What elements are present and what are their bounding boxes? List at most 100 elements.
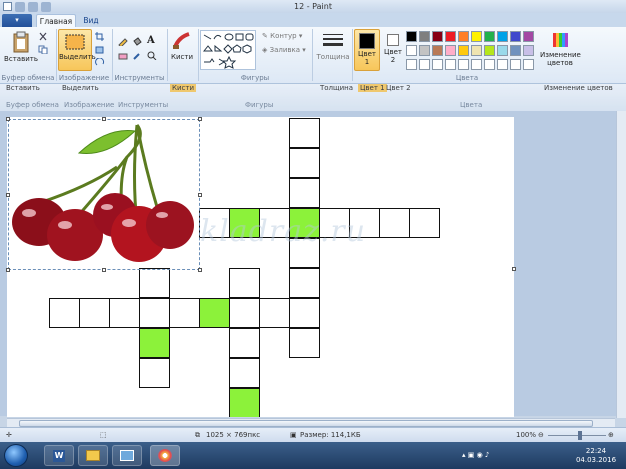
fill-bucket-icon[interactable] — [132, 37, 142, 46]
palette-color-swatch[interactable] — [484, 31, 495, 42]
palette-color-swatch[interactable] — [445, 45, 456, 56]
tray-icons[interactable]: ▴ ▣ ◉ ♪ — [462, 451, 489, 459]
color1-button[interactable]: Цвет 1 — [354, 29, 380, 71]
palette-color-swatch[interactable] — [458, 59, 469, 70]
selection-handle[interactable] — [6, 268, 10, 272]
palette-color-swatch[interactable] — [471, 45, 482, 56]
selection-handle[interactable] — [198, 193, 202, 197]
ghost-color2: Цвет 2 — [386, 84, 411, 92]
palette-color-swatch[interactable] — [406, 45, 417, 56]
crossword-cell — [49, 298, 80, 328]
cut-icon[interactable] — [38, 32, 48, 41]
window-title: 12 - Paint — [294, 2, 332, 11]
crossword-cell — [229, 268, 260, 298]
tab-view[interactable]: Вид — [80, 14, 102, 27]
crop-icon[interactable] — [95, 32, 105, 41]
selection-marquee[interactable] — [6, 117, 202, 272]
selection-size-icon: ⬚ — [100, 431, 107, 439]
zoom-slider-thumb[interactable] — [578, 431, 582, 440]
copy-icon[interactable] — [38, 45, 48, 54]
crossword-cell — [229, 358, 260, 388]
rotate-icon[interactable] — [95, 58, 105, 67]
palette-color-swatch[interactable] — [484, 45, 495, 56]
crossword-cell — [259, 298, 290, 328]
vertical-scrollbar[interactable] — [616, 111, 626, 418]
selection-handle[interactable] — [198, 117, 202, 121]
palette-color-swatch[interactable] — [510, 31, 521, 42]
paint-taskbar-button[interactable] — [150, 445, 180, 466]
text-tool-icon[interactable]: A — [147, 35, 155, 46]
tray-clock[interactable]: 22:24 04.03.2016 — [568, 447, 624, 465]
color2-button[interactable]: Цвет 2 — [382, 31, 404, 64]
palette-color-swatch[interactable] — [432, 59, 443, 70]
pencil-icon[interactable] — [118, 37, 128, 46]
palette-color-swatch[interactable] — [432, 31, 443, 42]
group-label-colors: Цвета — [455, 74, 479, 82]
word-taskbar-button[interactable]: W — [44, 445, 74, 466]
crossword-cell — [379, 208, 410, 238]
crossword-cell — [109, 298, 140, 328]
zoom-out-button[interactable]: ⊖ — [538, 431, 544, 439]
taskbar: W ▴ ▣ ◉ ♪ — [0, 442, 626, 469]
paste-button[interactable]: Вставить — [4, 31, 38, 63]
file-menu-button[interactable]: ▾ — [2, 14, 32, 27]
magnifier-icon[interactable] — [147, 51, 157, 60]
selection-handle[interactable] — [6, 117, 10, 121]
select-button[interactable]: Выделить — [58, 29, 96, 71]
palette-color-swatch[interactable] — [406, 31, 417, 42]
shapes-gallery[interactable] — [200, 30, 256, 70]
brushes-label: Кисти — [171, 53, 193, 61]
palette-color-swatch[interactable] — [497, 45, 508, 56]
horizontal-scrollbar[interactable] — [7, 418, 615, 427]
photos-taskbar-button[interactable] — [112, 445, 142, 466]
brushes-button[interactable]: Кисти — [168, 31, 196, 61]
palette-color-swatch[interactable] — [510, 59, 521, 70]
start-button[interactable] — [4, 444, 28, 467]
ghost-tools-label: Инструменты — [118, 101, 169, 109]
crossword-cell — [289, 298, 320, 328]
palette-color-swatch[interactable] — [458, 45, 469, 56]
zoom-slider[interactable] — [548, 435, 606, 436]
palette-color-swatch[interactable] — [419, 45, 430, 56]
palette-color-swatch[interactable] — [419, 59, 430, 70]
tab-home[interactable]: Главная — [36, 14, 76, 27]
edit-colors-button[interactable]: Изменение цветов — [540, 31, 581, 67]
separator — [198, 29, 199, 81]
explorer-taskbar-button[interactable] — [78, 445, 108, 466]
palette-color-swatch[interactable] — [445, 31, 456, 42]
palette-color-swatch[interactable] — [523, 31, 534, 42]
palette-color-swatch[interactable] — [419, 31, 430, 42]
crossword-cell — [169, 298, 200, 328]
selection-handle[interactable] — [102, 268, 106, 272]
zoom-in-button[interactable]: ⊕ — [608, 431, 614, 439]
ghost-shapes-label: Фигуры — [245, 101, 274, 109]
palette-color-swatch[interactable] — [458, 31, 469, 42]
palette-color-swatch[interactable] — [497, 31, 508, 42]
palette-color-swatch[interactable] — [432, 45, 443, 56]
selection-handle[interactable] — [102, 117, 106, 121]
resize-icon[interactable] — [95, 45, 105, 54]
size-button[interactable]: Толщина — [316, 31, 350, 61]
palette-color-swatch[interactable] — [497, 59, 508, 70]
palette-color-swatch[interactable] — [523, 59, 534, 70]
canvas-resize-handle-right[interactable] — [512, 267, 516, 271]
fill-dropdown[interactable]: ◈ Заливка ▾ — [262, 46, 306, 54]
word-icon: W — [53, 450, 65, 462]
color1-swatch — [359, 33, 375, 49]
palette-color-swatch[interactable] — [523, 45, 534, 56]
ghost-colors-label: Цвета — [460, 101, 483, 109]
horizontal-scroll-thumb[interactable] — [19, 420, 593, 427]
selection-handle[interactable] — [198, 268, 202, 272]
color-picker-icon[interactable] — [132, 51, 142, 60]
selection-handle[interactable] — [6, 193, 10, 197]
crossword-cell-highlighted — [139, 328, 170, 358]
palette-color-swatch[interactable] — [484, 59, 495, 70]
group-label-tools: Инструменты — [114, 74, 165, 82]
palette-color-swatch[interactable] — [471, 59, 482, 70]
outline-dropdown[interactable]: ✎ Контур ▾ — [262, 32, 302, 40]
palette-color-swatch[interactable] — [471, 31, 482, 42]
palette-color-swatch[interactable] — [510, 45, 521, 56]
palette-color-swatch[interactable] — [406, 59, 417, 70]
palette-color-swatch[interactable] — [445, 59, 456, 70]
eraser-icon[interactable] — [118, 51, 128, 60]
